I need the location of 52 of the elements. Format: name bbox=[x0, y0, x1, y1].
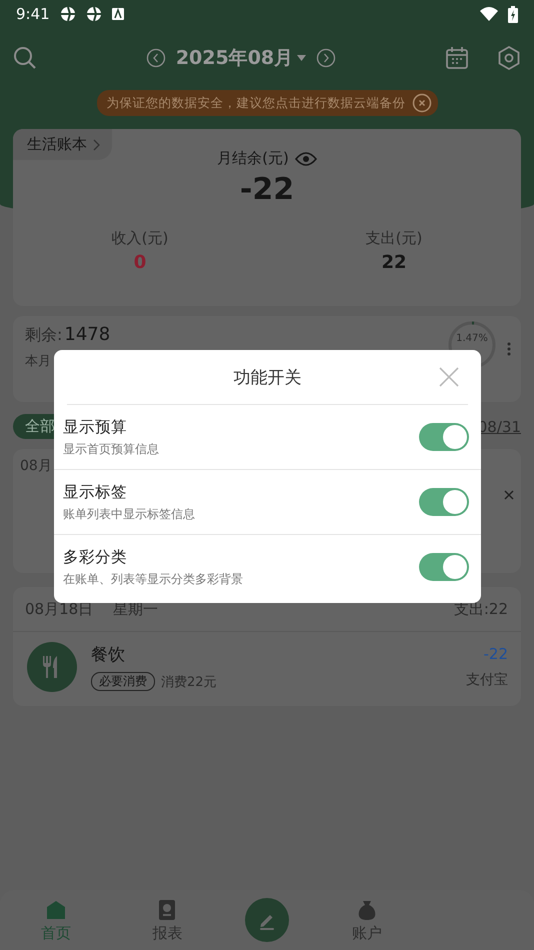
balance-label: 月结余(元) bbox=[217, 149, 289, 168]
transaction-row[interactable]: 餐饮 必要消费 消费22元 -22 支付宝 bbox=[13, 632, 521, 706]
calendar-icon[interactable] bbox=[444, 45, 470, 71]
setting-title: 多彩分类 bbox=[63, 546, 127, 568]
setting-description: 显示首页预算信息 bbox=[63, 440, 159, 458]
toggle-switch[interactable] bbox=[419, 553, 469, 581]
add-record-button[interactable] bbox=[245, 898, 289, 942]
eye-icon[interactable] bbox=[294, 152, 317, 166]
keyboard-icon bbox=[112, 8, 124, 20]
income-value: 0 bbox=[134, 252, 146, 273]
status-time: 9:41 bbox=[16, 5, 50, 23]
backup-notice[interactable]: 为保证您的数据安全，建议您点击进行数据云端备份 bbox=[96, 90, 438, 116]
transaction-note: 消费22元 bbox=[161, 674, 217, 690]
ad-date: 08月 bbox=[20, 457, 52, 475]
close-icon[interactable] bbox=[438, 366, 460, 388]
dialog-title: 功能开关 bbox=[234, 366, 302, 388]
income-label: 收入(元) bbox=[112, 229, 168, 248]
budget-percent: 1.47% bbox=[455, 333, 489, 344]
expense-value: 22 bbox=[381, 252, 407, 273]
close-icon[interactable] bbox=[412, 93, 432, 113]
battery-icon bbox=[508, 6, 518, 22]
chevron-right-icon bbox=[93, 138, 100, 150]
toggle-switch[interactable] bbox=[419, 423, 469, 451]
settings-icon[interactable] bbox=[496, 45, 522, 71]
expense-label: 支出(元) bbox=[366, 229, 422, 248]
setting-description: 在账单、列表等显示分类多彩背景 bbox=[63, 570, 243, 588]
transaction-amount: -22 bbox=[484, 645, 508, 663]
tag-chip: 必要消费 bbox=[91, 672, 155, 691]
account-book-selector[interactable]: 生活账本 bbox=[13, 129, 112, 160]
category-name: 餐饮 bbox=[91, 644, 126, 666]
more-icon[interactable] bbox=[507, 342, 511, 356]
app-notification-icon bbox=[60, 6, 76, 22]
payment-account: 支付宝 bbox=[466, 671, 508, 689]
setting-description: 账单列表中显示标签信息 bbox=[63, 506, 195, 522]
backup-notice-text: 为保证您的数据安全，建议您点击进行数据云端备份 bbox=[106, 94, 406, 112]
remaining-label: 剩余: bbox=[25, 325, 62, 346]
budget-month-label: 本月 bbox=[25, 353, 51, 370]
close-icon[interactable] bbox=[503, 489, 515, 501]
wifi-icon bbox=[480, 7, 498, 21]
toggle-switch[interactable] bbox=[419, 488, 469, 516]
fork-knife-icon bbox=[27, 642, 77, 692]
day-expense: 支出:22 bbox=[454, 600, 508, 618]
month-selector[interactable]: 2025年08月 bbox=[176, 45, 306, 71]
nav-tab[interactable]: 首页 bbox=[0, 898, 112, 942]
search-icon[interactable] bbox=[12, 45, 38, 71]
remaining-value: 1478 bbox=[64, 324, 110, 345]
setting-title: 显示标签 bbox=[63, 482, 127, 502]
next-month-icon[interactable] bbox=[316, 48, 336, 68]
previous-month-icon[interactable] bbox=[146, 48, 166, 68]
app-notification-icon bbox=[86, 6, 102, 22]
dropdown-caret-icon bbox=[297, 55, 306, 61]
balance-value: -22 bbox=[240, 172, 294, 207]
